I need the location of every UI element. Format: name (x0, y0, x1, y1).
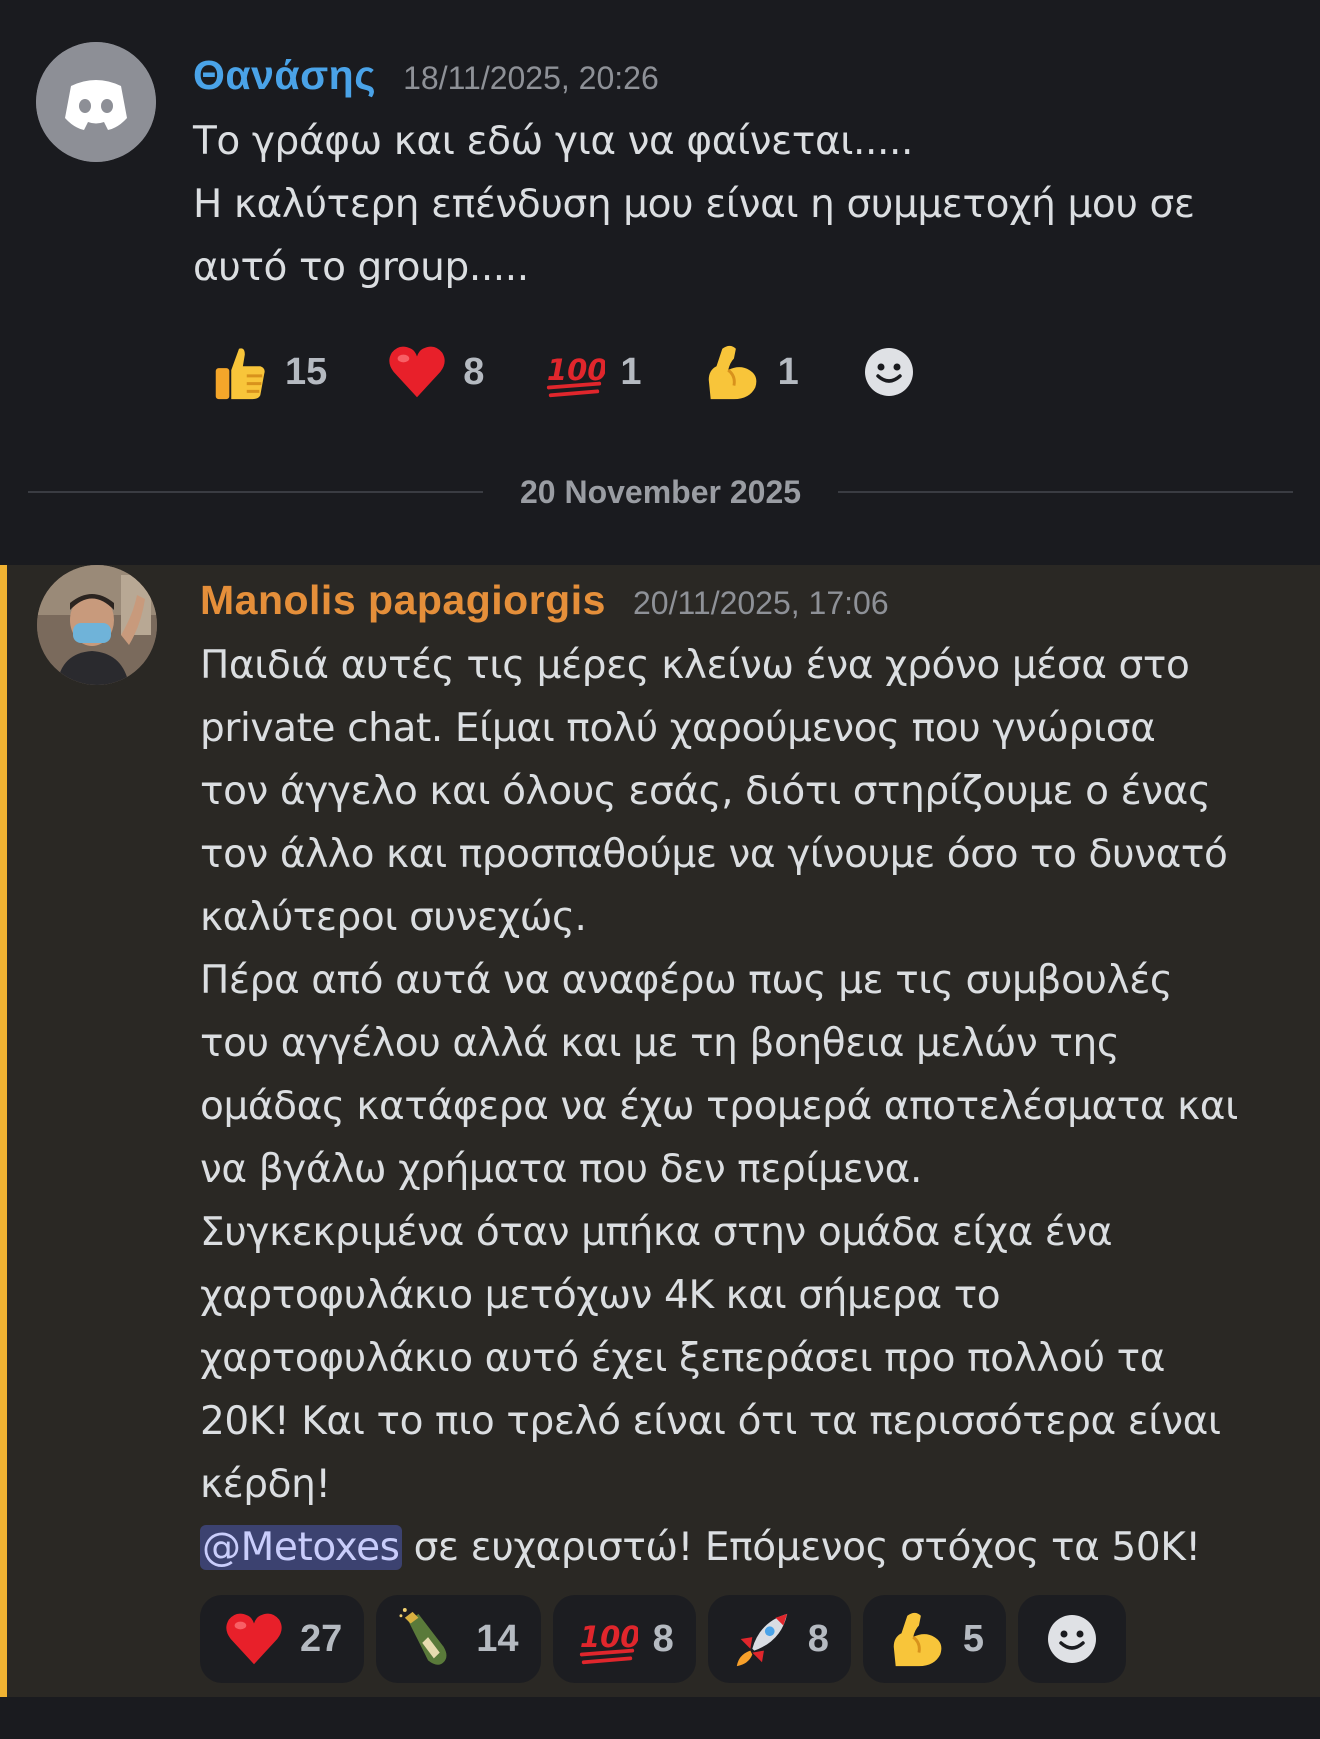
message-line: 20Κ! Και το πιο τρελό είναι ότι τα περισ… (200, 1399, 1221, 1444)
timestamp: 20/11/2025, 17:06 (632, 585, 889, 621)
reaction-biceps[interactable]: 1 (686, 328, 813, 416)
username[interactable]: Θανάσης (193, 52, 376, 98)
avatar[interactable] (37, 565, 157, 685)
date-divider-label: 20 November 2025 (519, 474, 802, 510)
red-heart-icon (385, 340, 449, 404)
date-divider: 20 November 2025 (28, 470, 1293, 514)
reaction-count: 14 (476, 1617, 519, 1660)
svg-text:100: 100 (547, 353, 605, 387)
message-text: Το γράφω και εδώ για να φαίνεται..... Η … (193, 110, 1283, 299)
message-line: αυτό το group..... (193, 245, 529, 290)
user-photo-avatar (37, 565, 157, 685)
add-reaction-button[interactable] (843, 328, 935, 416)
svg-text:100: 100 (579, 1620, 637, 1654)
rocket-icon (730, 1607, 794, 1671)
message-line: Το γράφω και εδώ για να φαίνεται..... (193, 119, 914, 164)
reaction-bar: 15 8 100 1 1 (193, 328, 965, 416)
red-heart-icon (222, 1607, 286, 1671)
message-line-rest: σε ευχαριστώ! Επόμενος στόχος τα 50Κ! (401, 1525, 1201, 1570)
timestamp: 18/11/2025, 20:26 (403, 60, 659, 96)
message-line: Συγκεκριμένα όταν μπήκα στην ομάδα είχα … (200, 1210, 1113, 1255)
reaction-hundred[interactable]: 100 1 (528, 328, 655, 416)
reaction-hundred[interactable]: 100 8 (552, 1595, 696, 1683)
message-line: καλύτεροι συνεχώς. (200, 895, 587, 940)
chat-bottom-area (0, 1697, 1320, 1739)
add-reaction-icon (1040, 1607, 1104, 1671)
reaction-count: 1 (620, 350, 642, 393)
reaction-bar: 27 14 100 8 8 5 (200, 1595, 1126, 1683)
flexed-biceps-icon (700, 340, 764, 404)
message-line: Πέρα από αυτά να αναφέρω πως με τις συμβ… (200, 958, 1173, 1003)
add-reaction-icon (857, 340, 921, 404)
message-line-last: @Metoxes σε ευχαριστώ! Επόμενος στόχος τ… (200, 1516, 1290, 1579)
flexed-biceps-icon (885, 1607, 949, 1671)
message-header: Θανάσης 18/11/2025, 20:26 (193, 52, 659, 99)
hundred-points-icon: 100 (575, 1607, 639, 1671)
message-line: του αγγέλου αλλά και με τη βοηθεια μελών… (200, 1021, 1120, 1066)
reaction-count: 8 (463, 350, 485, 393)
message-line: χαρτοφυλάκιο αυτό έχει ξεπεράσει προ πολ… (200, 1336, 1165, 1381)
discord-logo-icon (36, 42, 156, 162)
reaction-count: 15 (285, 350, 328, 393)
message-manolis: Manolis papagiorgis 20/11/2025, 17:06 Πα… (0, 565, 1320, 1697)
add-reaction-button[interactable] (1017, 1595, 1126, 1683)
reaction-rocket[interactable]: 8 (707, 1595, 851, 1683)
message-line: να βγάλω χρήματα που δεν περίμενα. (200, 1147, 922, 1192)
message-line: τον άλλο και προσπαθούμε να γίνουμε όσο … (200, 832, 1228, 877)
hundred-points-icon: 100 (542, 340, 606, 404)
user-mention[interactable]: @Metoxes (200, 1525, 402, 1570)
champagne-bottle-icon (398, 1607, 462, 1671)
message-line: ομάδας κατάφερα να έχω τρομερά αποτελέσμ… (200, 1084, 1238, 1129)
reaction-thumbs-up[interactable]: 15 (193, 328, 341, 416)
username[interactable]: Manolis papagiorgis (200, 577, 606, 623)
message-line: private chat. Είμαι πολύ χαρούμενος που … (200, 706, 1156, 751)
reaction-heart[interactable]: 8 (371, 328, 498, 416)
message-text: Παιδιά αυτές τις μέρες κλείνω ένα χρόνο … (200, 634, 1290, 1579)
message-line: Παιδιά αυτές τις μέρες κλείνω ένα χρόνο … (200, 643, 1190, 688)
reaction-count: 5 (962, 1617, 984, 1660)
message-line: τον άγγελο και όλους εσάς, διότι στηρίζο… (200, 769, 1211, 814)
reaction-champagne[interactable]: 14 (376, 1595, 541, 1683)
message-thanasis: Θανάσης 18/11/2025, 20:26 Το γράφω και ε… (0, 0, 1320, 470)
avatar[interactable] (36, 42, 156, 162)
reaction-biceps[interactable]: 5 (862, 1595, 1006, 1683)
reaction-count: 1 (777, 350, 799, 393)
reaction-count: 27 (300, 1617, 343, 1660)
reaction-count: 8 (652, 1617, 674, 1660)
reaction-count: 8 (807, 1617, 829, 1660)
message-line: Η καλύτερη επένδυση μου είναι η συμμετοχ… (193, 182, 1195, 227)
message-header: Manolis papagiorgis 20/11/2025, 17:06 (200, 577, 889, 624)
reaction-heart[interactable]: 27 (200, 1595, 365, 1683)
message-line: κέρδη! (200, 1462, 331, 1507)
thumbs-up-icon (207, 340, 271, 404)
message-line: χαρτοφυλάκιο μετόχων 4Κ και σήμερα το (200, 1273, 1001, 1318)
